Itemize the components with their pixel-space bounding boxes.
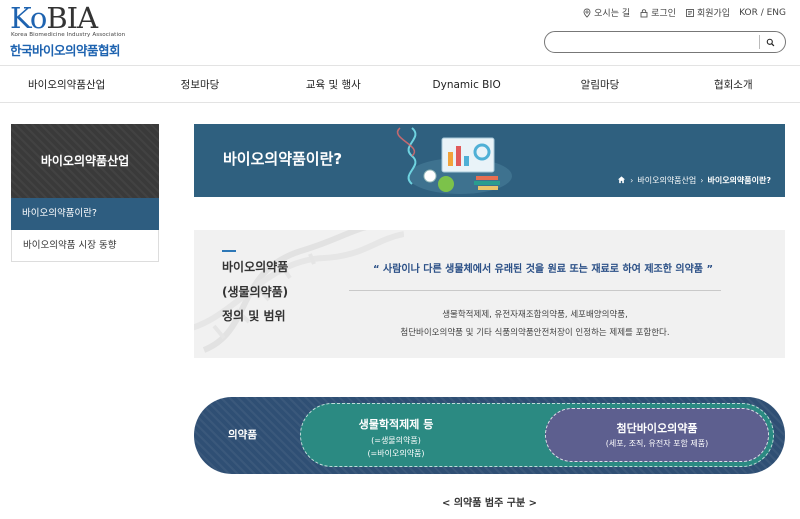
chevron-right-icon: ›	[700, 176, 704, 185]
category-sub-biologics-1: (=생물의약품)	[371, 436, 421, 445]
definition-description: 생물학적제제, 유전자재조합의약품, 세포배양의약품, 첨단바이오의약품 및 기…	[400, 310, 670, 338]
logo-korean-name: 한국바이오의약품협회	[10, 43, 121, 58]
lock-icon	[640, 8, 648, 17]
logo-subtitle: Korea Biomedicine Industry Association	[11, 32, 126, 38]
nav-item-education[interactable]: 교육 및 행사	[267, 67, 400, 102]
login-link[interactable]: 로그인	[639, 6, 676, 19]
category-pill-advanced-bio: 첨단바이오의약품 (세포, 조직, 유전자 포함 제품)	[545, 408, 769, 462]
nav-item-info[interactable]: 정보마당	[133, 67, 266, 102]
breadcrumb: › 바이오의약품산업 › 바이오의약품이란?	[617, 175, 771, 186]
site-logo[interactable]: KoBIA Korea Biomedicine Industry Associa…	[10, 1, 130, 58]
nav-item-bio-industry[interactable]: 바이오의약품산업	[0, 67, 133, 102]
location-pin-icon	[583, 8, 591, 18]
search-input[interactable]	[555, 34, 755, 50]
category-pill-medicine: 의약품 생물학적제제 등 (=생물의약품) (=바이오의약품) 첨단바이오의약품…	[194, 397, 785, 474]
definition-quote: “ 사람이나 다른 생물체에서 유래된 것을 원료 또는 재료로 하여 제조한 …	[372, 264, 714, 275]
search-box	[544, 31, 786, 53]
category-pill-biologics: 생물학적제제 등 (=생물의약품) (=바이오의약품) 첨단바이오의약품 (세포…	[300, 403, 774, 467]
biotech-illustration	[396, 127, 512, 194]
category-label-advanced-bio: 첨단바이오의약품	[616, 422, 698, 435]
sidebar-title: 바이오의약품산업	[11, 124, 159, 198]
breadcrumb-item-current[interactable]: 바이오의약품이란?	[707, 175, 771, 186]
breadcrumb-item-bio-industry[interactable]: 바이오의약품산업	[637, 175, 696, 186]
sidebar-item-what-is-bio[interactable]: 바이오의약품이란?	[11, 198, 159, 230]
logo-wordmark: KoBIA	[10, 1, 98, 35]
home-icon	[618, 176, 626, 184]
chevron-right-icon: ›	[630, 176, 634, 185]
category-sub-biologics-2: (=바이오의약품)	[367, 449, 425, 458]
utility-menu: 오시는 길 로그인 회원가입 KOR / ENG	[582, 6, 786, 19]
nav-item-notice[interactable]: 알림마당	[533, 67, 666, 102]
category-label-medicine: 의약품	[228, 429, 257, 441]
directions-link[interactable]: 오시는 길	[582, 6, 630, 19]
site-header: KoBIA Korea Biomedicine Industry Associa…	[0, 0, 800, 66]
nav-item-about[interactable]: 협회소개	[667, 67, 800, 102]
signup-link[interactable]: 회원가입	[685, 6, 730, 19]
page-banner: 바이오의약품이란? › 바이오의약품산업 › 바이오의약품이란?	[194, 124, 785, 197]
breadcrumb-home[interactable]	[617, 175, 626, 186]
language-switch[interactable]: KOR / ENG	[739, 8, 786, 18]
definition-title: 바이오의약품 (생물의약품) 정의 및 범위	[222, 260, 289, 323]
diagram-caption: < 의약품 범주 구분 >	[441, 498, 538, 509]
user-add-icon	[686, 8, 694, 17]
category-label-biologics: 생물학적제제 등	[358, 418, 434, 431]
divider	[349, 290, 721, 291]
page-title: 바이오의약품이란?	[223, 150, 343, 168]
search-icon	[766, 38, 775, 46]
definition-section: 바이오의약품 (생물의약품) 정의 및 범위 “ 사람이나 다른 생물체에서 유…	[194, 230, 785, 358]
search-button[interactable]	[759, 35, 781, 49]
sidebar-item-market-trends[interactable]: 바이오의약품 시장 동향	[11, 230, 159, 262]
nav-item-dynamic-bio[interactable]: Dynamic BIO	[400, 67, 533, 102]
category-sub-advanced-bio: (세포, 조직, 유전자 포함 제품)	[605, 439, 709, 448]
title-accent-bar	[222, 250, 236, 252]
main-nav: 바이오의약품산업 정보마당 교육 및 행사 Dynamic BIO 알림마당 협…	[0, 67, 800, 103]
